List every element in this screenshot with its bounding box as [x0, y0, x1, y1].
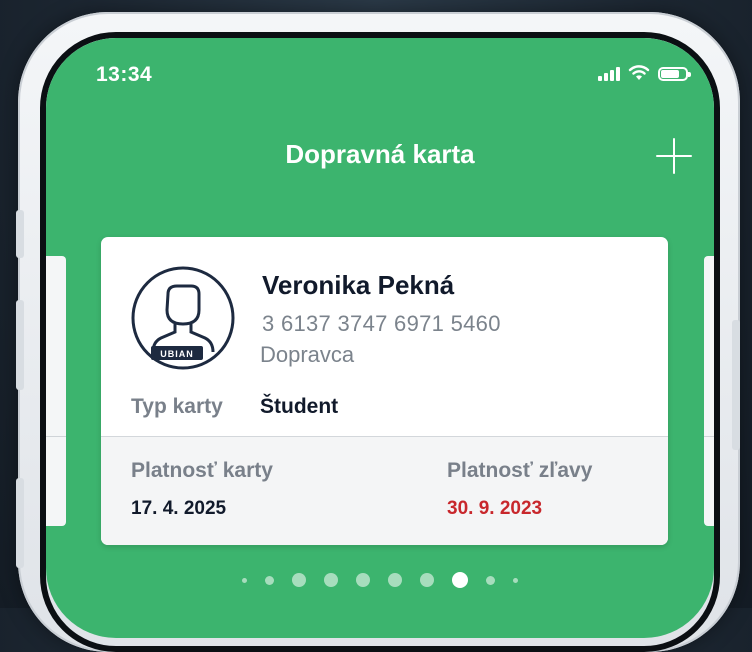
- volume-down-button: [16, 478, 24, 568]
- page-dot[interactable]: [292, 573, 306, 587]
- carrier-label: Dopravca: [260, 342, 355, 367]
- card-validity-section: Platnosť karty 17. 4. 2025 Platnosť zľav…: [101, 436, 668, 545]
- transport-card[interactable]: UBIAN Veronika Pekná 3 6137 3747 6971 54…: [101, 237, 668, 545]
- battery-icon: [658, 67, 691, 81]
- mute-switch: [16, 210, 24, 258]
- wifi-icon: [628, 65, 650, 80]
- card-number: 3 6137 3747 6971 5460: [262, 311, 501, 336]
- add-card-button[interactable]: [654, 136, 694, 176]
- discount-validity-label: Platnosť zľavy: [447, 459, 593, 482]
- page-dot[interactable]: [513, 577, 518, 583]
- app-screen: 13:34 Dopravná karta UBIAN Veronika Pekn…: [46, 38, 714, 638]
- discount-validity-value: 30. 9. 2023: [447, 498, 543, 519]
- ubian-logo: UBIAN: [160, 349, 194, 359]
- page-indicator[interactable]: [46, 572, 714, 588]
- page-title: Dopravná karta: [285, 139, 475, 169]
- page-dot[interactable]: [242, 577, 247, 583]
- page-dot[interactable]: [324, 573, 338, 587]
- power-button: [732, 320, 740, 450]
- card-validity-label: Platnosť karty: [131, 459, 273, 482]
- card-type-label: Typ karty: [131, 395, 223, 418]
- page-dot[interactable]: [486, 575, 495, 585]
- signal-icon: [598, 65, 620, 81]
- page-dot[interactable]: [356, 573, 370, 587]
- card-validity-value: 17. 4. 2025: [131, 498, 227, 519]
- card-type-value: Študent: [260, 395, 339, 418]
- volume-up-button: [16, 300, 24, 390]
- page-dot[interactable]: [265, 575, 274, 585]
- status-time: 13:34: [96, 63, 153, 86]
- page-dot[interactable]: [420, 573, 434, 587]
- avatar: UBIAN: [131, 266, 235, 370]
- next-card-peek[interactable]: [704, 256, 714, 526]
- page-dot-active[interactable]: [452, 572, 468, 588]
- holder-name: Veronika Pekná: [262, 270, 455, 300]
- previous-card-peek[interactable]: [46, 256, 66, 526]
- page-dot[interactable]: [388, 573, 402, 587]
- status-icons: [598, 65, 691, 81]
